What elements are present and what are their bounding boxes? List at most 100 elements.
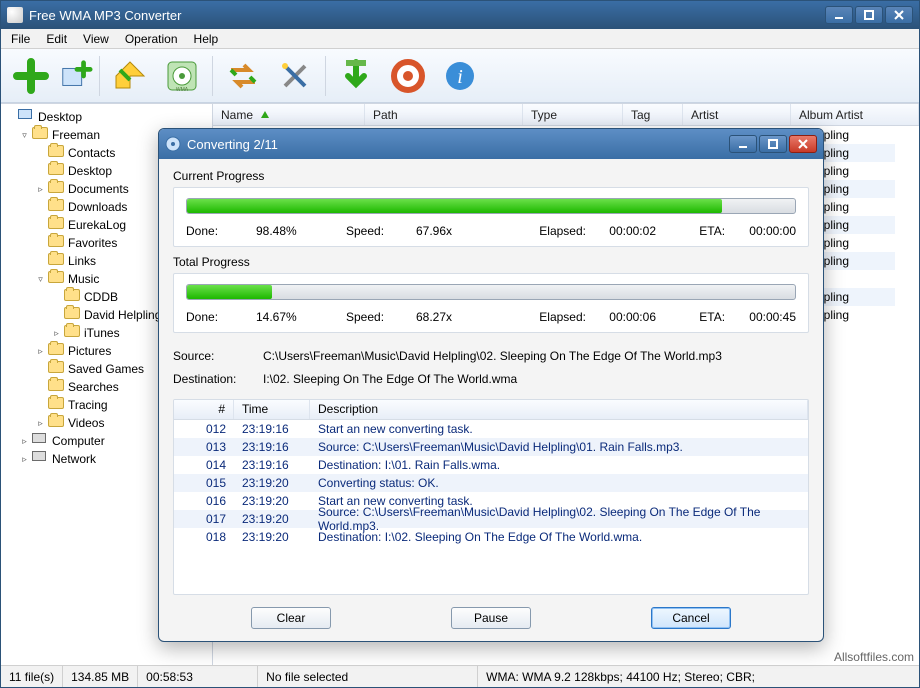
tree-label: Contacts (68, 146, 115, 160)
log-row[interactable]: 01823:19:20Destination: I:\02. Sleeping … (174, 528, 808, 546)
status-bar: 11 file(s) 134.85 MB 00:58:53 No file se… (1, 665, 919, 687)
tree-label: CDDB (84, 290, 118, 304)
total-elapsed-label: Elapsed: (539, 310, 609, 324)
log-col-desc[interactable]: Description (310, 400, 808, 419)
monitor-icon (18, 109, 34, 125)
log-row[interactable]: 01423:19:16Destination: I:\01. Rain Fall… (174, 456, 808, 474)
current-elapsed-value: 00:00:02 (609, 224, 699, 238)
total-progress-label: Total Progress (173, 255, 809, 269)
dialog-titlebar[interactable]: Converting 2/11 (159, 129, 823, 159)
folder-icon (48, 379, 64, 395)
folder-icon (48, 145, 64, 161)
tree-label: Links (68, 254, 96, 268)
menu-file[interactable]: File (5, 30, 36, 48)
folder-icon (32, 127, 48, 143)
folder-icon (48, 163, 64, 179)
col-type[interactable]: Type (523, 104, 623, 125)
convert-button[interactable] (106, 52, 154, 100)
current-speed-label: Speed: (346, 224, 416, 238)
main-titlebar[interactable]: Free WMA MP3 Converter (1, 1, 919, 29)
tools-button[interactable] (271, 52, 319, 100)
status-files: 11 file(s) (1, 666, 63, 687)
folder-icon (48, 217, 64, 233)
tree-label: Freeman (52, 128, 100, 142)
menu-edit[interactable]: Edit (40, 30, 73, 48)
folder-icon (48, 415, 64, 431)
converting-dialog: Converting 2/11 Current Progress Done: 9… (158, 128, 824, 642)
pause-button[interactable]: Pause (451, 607, 531, 629)
close-button[interactable] (885, 6, 913, 24)
current-eta-label: ETA: (699, 224, 749, 238)
folder-icon (48, 361, 64, 377)
minimize-button[interactable] (825, 6, 853, 24)
add-folder-button[interactable] (59, 52, 93, 100)
app-icon (7, 7, 23, 23)
info-button[interactable]: i (436, 52, 484, 100)
log-row[interactable]: 01523:19:20Converting status: OK. (174, 474, 808, 492)
status-size: 134.85 MB (63, 666, 138, 687)
tree-label: Saved Games (68, 362, 144, 376)
total-eta-label: ETA: (699, 310, 749, 324)
log-row[interactable]: 01723:19:20Source: C:\Users\Freeman\Musi… (174, 510, 808, 528)
tree-label: Tracing (68, 398, 108, 412)
log-row[interactable]: 01223:19:16Start an new converting task. (174, 420, 808, 438)
tree-label: Pictures (68, 344, 111, 358)
total-speed-label: Speed: (346, 310, 416, 324)
dialog-minimize-button[interactable] (729, 135, 757, 153)
file-list-header[interactable]: Name Path Type Tag Artist Album Artist (213, 104, 919, 126)
status-selection: No file selected (258, 666, 478, 687)
menu-help[interactable]: Help (188, 30, 225, 48)
app-title: Free WMA MP3 Converter (29, 8, 825, 23)
dialog-title: Converting 2/11 (187, 137, 727, 152)
folder-icon (64, 307, 80, 323)
total-eta-value: 00:00:45 (749, 310, 796, 324)
tree-item[interactable]: Desktop (3, 108, 210, 126)
disc-button[interactable]: WMA (158, 52, 206, 100)
help-button[interactable] (384, 52, 432, 100)
folder-icon (48, 235, 64, 251)
maximize-button[interactable] (855, 6, 883, 24)
tree-label: David Helpling (84, 308, 161, 322)
tree-label: Favorites (68, 236, 117, 250)
total-speed-value: 68.27x (416, 310, 506, 324)
col-artist[interactable]: Artist (683, 104, 791, 125)
tree-label: Desktop (68, 164, 112, 178)
menu-view[interactable]: View (77, 30, 115, 48)
col-album-artist[interactable]: Album Artist (791, 104, 919, 125)
add-files-button[interactable] (7, 52, 55, 100)
source-value: C:\Users\Freeman\Music\David Helpling\02… (263, 349, 722, 363)
comp-icon (32, 451, 48, 467)
clear-button[interactable]: Clear (251, 607, 331, 629)
log-col-id[interactable]: # (174, 400, 234, 419)
folder-icon (48, 181, 64, 197)
tree-label: Downloads (68, 200, 127, 214)
current-speed-value: 67.96x (416, 224, 506, 238)
dialog-maximize-button[interactable] (759, 135, 787, 153)
dialog-close-button[interactable] (789, 135, 817, 153)
current-eta-value: 00:00:00 (749, 224, 796, 238)
total-progress-bar (186, 284, 796, 300)
refresh-button[interactable] (219, 52, 267, 100)
col-tag[interactable]: Tag (623, 104, 683, 125)
log-row[interactable]: 01323:19:16Source: C:\Users\Freeman\Musi… (174, 438, 808, 456)
menu-operation[interactable]: Operation (119, 30, 184, 48)
download-button[interactable] (332, 52, 380, 100)
log-col-time[interactable]: Time (234, 400, 310, 419)
toolbar: WMA i (1, 49, 919, 103)
tree-label: Documents (68, 182, 129, 196)
svg-text:i: i (457, 66, 463, 88)
tree-label: EurekaLog (68, 218, 126, 232)
current-elapsed-label: Elapsed: (539, 224, 609, 238)
total-done-value: 14.67% (256, 310, 346, 324)
status-duration: 00:58:53 (138, 666, 258, 687)
folder-icon (48, 343, 64, 359)
total-done-label: Done: (186, 310, 256, 324)
cancel-button[interactable]: Cancel (651, 607, 731, 629)
tree-label: Searches (68, 380, 119, 394)
total-elapsed-value: 00:00:06 (609, 310, 699, 324)
col-name[interactable]: Name (221, 108, 253, 122)
current-progress-bar (186, 198, 796, 214)
folder-icon (64, 289, 80, 305)
col-path[interactable]: Path (365, 104, 523, 125)
cd-icon (165, 136, 181, 152)
